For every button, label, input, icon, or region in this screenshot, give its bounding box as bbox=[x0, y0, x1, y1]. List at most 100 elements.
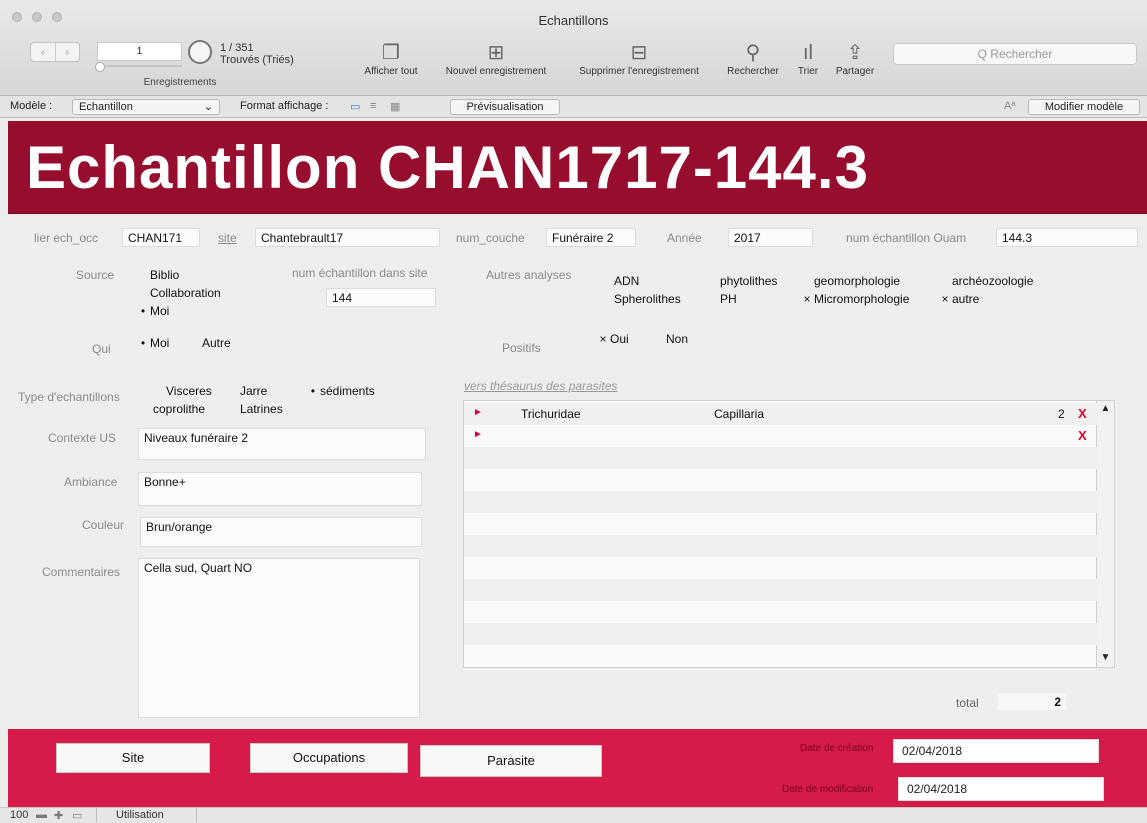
autres-option-geomorphologie[interactable]: geomorphologie bbox=[800, 274, 900, 288]
portal-row[interactable]: ► Trichuridae Capillaria 2 X bbox=[464, 403, 1098, 425]
portal-row bbox=[464, 623, 1098, 645]
search-input[interactable]: Q Rechercher bbox=[893, 43, 1137, 65]
delete-record-button[interactable]: ⊟ Supprimer l'enregistrement bbox=[563, 40, 715, 77]
delete-row-icon[interactable]: X bbox=[1078, 428, 1087, 443]
source-option-collaboration[interactable]: Collaboration bbox=[136, 286, 221, 300]
autres-option-micromorphologie[interactable]: × Micromorphologie bbox=[800, 292, 909, 306]
qui-option-moi[interactable]: • Moi bbox=[136, 336, 169, 350]
lier-ech-occ-field[interactable]: CHAN171 bbox=[122, 228, 200, 247]
next-record-icon[interactable]: › bbox=[54, 43, 80, 61]
record-navigation: ‹ › bbox=[30, 42, 80, 62]
autres-analyses-label: Autres analyses bbox=[486, 268, 572, 282]
text-format-icon[interactable]: Aª bbox=[1004, 100, 1015, 112]
qui-option-autre[interactable]: Autre bbox=[188, 336, 231, 350]
autres-option-adn[interactable]: ADN bbox=[600, 274, 639, 288]
portal-row bbox=[464, 601, 1098, 623]
num-couche-field[interactable]: Funéraire 2 bbox=[546, 228, 636, 247]
plus-square-icon: ⊞ bbox=[487, 42, 505, 64]
autres-option-phytolithes[interactable]: phytolithes bbox=[706, 274, 777, 288]
portal-row bbox=[464, 535, 1098, 557]
autres-option-ph[interactable]: PH bbox=[706, 292, 737, 306]
list-view-icon[interactable]: ≡ bbox=[370, 100, 376, 112]
scroll-down-icon[interactable]: ▼ bbox=[1097, 652, 1114, 663]
modification-date-field[interactable]: 02/04/2018 bbox=[898, 777, 1104, 801]
minus-square-icon: ⊟ bbox=[630, 42, 648, 64]
scroll-up-icon[interactable]: ▲ bbox=[1097, 403, 1114, 414]
contexte-field[interactable]: Niveaux funéraire 2 bbox=[138, 428, 426, 460]
status-divider bbox=[96, 808, 97, 822]
parasites-portal: ► Trichuridae Capillaria 2 X ► X bbox=[463, 400, 1098, 668]
commentaires-field[interactable]: Cella sud, Quart NO bbox=[138, 558, 420, 718]
share-button[interactable]: ⇪ Partager bbox=[826, 40, 884, 77]
autres-option-spherolithes[interactable]: Spherolithes bbox=[600, 292, 681, 306]
form-view-icon[interactable]: ▭ bbox=[350, 100, 360, 113]
row-arrow-icon[interactable]: ► bbox=[473, 407, 483, 418]
total-label: total bbox=[956, 696, 979, 710]
model-select[interactable]: Echantillon ⌄ bbox=[72, 99, 220, 115]
record-header: Echantillon CHAN1717-144.3 bbox=[8, 121, 1147, 214]
row-arrow-icon[interactable]: ► bbox=[473, 429, 483, 440]
type-option-coprolithe[interactable]: coprolithe bbox=[139, 402, 205, 416]
records-label: Enregistrements bbox=[143, 77, 217, 88]
occupations-button[interactable]: Occupations bbox=[250, 743, 408, 773]
annee-field[interactable]: 2017 bbox=[728, 228, 813, 247]
status-area-icon[interactable]: ▭ bbox=[72, 809, 82, 822]
record-counter-state: Trouvés (Triés) bbox=[220, 54, 294, 66]
parasite-button[interactable]: Parasite bbox=[420, 745, 602, 777]
portal-row[interactable]: ► X bbox=[464, 425, 1098, 447]
record-slider[interactable] bbox=[95, 62, 182, 72]
annee-label: Année bbox=[667, 231, 702, 245]
positifs-label: Positifs bbox=[502, 341, 541, 355]
edit-layout-button[interactable]: Modifier modèle bbox=[1028, 99, 1140, 115]
zoom-in-icon[interactable]: ✚ bbox=[54, 809, 63, 822]
record-footer: Site Occupations Parasite Date de créati… bbox=[8, 729, 1147, 807]
positifs-option-non[interactable]: Non bbox=[652, 332, 688, 346]
autres-option-autre[interactable]: × autre bbox=[938, 292, 979, 306]
table-view-icon[interactable]: ▦ bbox=[390, 100, 400, 113]
show-all-button[interactable]: ❐ Afficher tout bbox=[356, 40, 426, 77]
window-toolbar: Echantillons ‹ › 1 Enregistrements 1 / 3… bbox=[0, 0, 1147, 96]
creation-date-field[interactable]: 02/04/2018 bbox=[893, 739, 1099, 763]
zoom-level[interactable]: 100 bbox=[10, 809, 28, 821]
couleur-label: Couleur bbox=[82, 518, 125, 532]
zoom-out-icon[interactable]: ▬ bbox=[36, 809, 47, 821]
num-site-field[interactable]: 144 bbox=[326, 288, 436, 307]
site-button[interactable]: Site bbox=[56, 743, 210, 773]
modification-date-label: Date de modification bbox=[782, 784, 874, 795]
num-ouam-field[interactable]: 144.3 bbox=[996, 228, 1138, 247]
thesaurus-link[interactable]: vers thésaurus des parasites bbox=[464, 379, 617, 393]
portal-scrollbar[interactable]: ▲ ▼ bbox=[1097, 400, 1115, 668]
num-ouam-label: num échantillon Ouam bbox=[846, 231, 967, 245]
layout-bar: Modèle : Echantillon ⌄ Format affichage … bbox=[0, 96, 1147, 118]
couleur-field[interactable]: Brun/orange bbox=[140, 517, 422, 547]
record-number-input[interactable]: 1 bbox=[97, 42, 182, 61]
positifs-option-oui[interactable]: × Oui bbox=[596, 332, 628, 346]
type-option-jarre[interactable]: Jarre bbox=[226, 384, 267, 398]
parasite-family[interactable]: Trichuridae bbox=[521, 407, 581, 421]
creation-date-label: Date de création bbox=[800, 743, 874, 754]
mode-label[interactable]: Utilisation bbox=[116, 809, 164, 821]
type-option-visceres[interactable]: Visceres bbox=[152, 384, 212, 398]
type-option-sediments[interactable]: • sédiments bbox=[306, 384, 375, 398]
parasite-genus[interactable]: Capillaria bbox=[714, 407, 764, 421]
status-divider bbox=[196, 808, 197, 822]
site-field[interactable]: Chantebrault17 bbox=[255, 228, 440, 247]
preview-button[interactable]: Prévisualisation bbox=[450, 99, 560, 115]
source-option-moi[interactable]: • Moi bbox=[136, 304, 169, 318]
form-body: lier ech_occ CHAN171 site Chantebrault17… bbox=[0, 214, 1147, 729]
find-button[interactable]: ⚲ Rechercher bbox=[718, 40, 788, 77]
previous-record-icon[interactable]: ‹ bbox=[31, 43, 55, 61]
delete-row-icon[interactable]: X bbox=[1078, 406, 1087, 421]
new-record-button[interactable]: ⊞ Nouvel enregistrement bbox=[432, 40, 560, 77]
portal-row bbox=[464, 491, 1098, 513]
source-option-biblio[interactable]: Biblio bbox=[136, 268, 179, 282]
sort-button[interactable]: ıl Trier bbox=[791, 40, 825, 77]
parasite-count[interactable]: 2 bbox=[1058, 407, 1065, 421]
type-option-latrines[interactable]: Latrines bbox=[226, 402, 283, 416]
ambiance-field[interactable]: Bonne+ bbox=[138, 472, 422, 506]
record-counter: 1 / 351 Trouvés (Triés) bbox=[220, 42, 294, 66]
commentaires-label: Commentaires bbox=[42, 565, 121, 579]
autres-option-archeozoologie[interactable]: archéozoologie bbox=[938, 274, 1033, 288]
site-link-label[interactable]: site bbox=[218, 231, 237, 245]
source-label: Source bbox=[76, 268, 115, 282]
